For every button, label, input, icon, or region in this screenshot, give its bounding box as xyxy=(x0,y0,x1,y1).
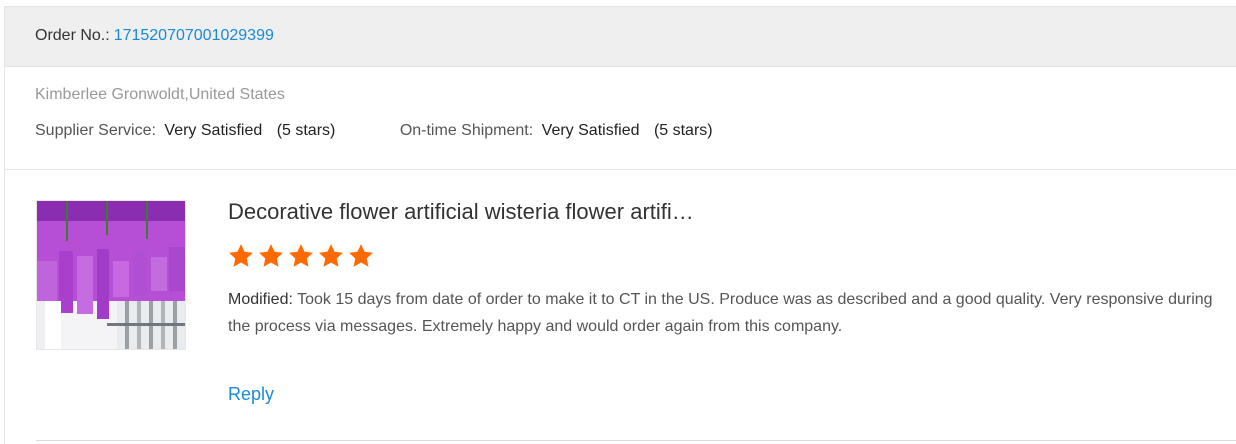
review-card: Order No.: 171520707001029399 Kimberlee G… xyxy=(4,6,1236,444)
rating-stars-text: (5 stars) xyxy=(653,122,713,139)
order-header: Order No.: 171520707001029399 xyxy=(5,7,1236,67)
wisteria-image xyxy=(37,201,185,349)
star-icon xyxy=(349,244,373,267)
rating-label: On-time Shipment: xyxy=(399,122,534,139)
rating-value: Very Satisfied xyxy=(164,122,263,139)
supplier-service-rating: Supplier Service: Very Satisfied (5 star… xyxy=(35,122,335,140)
star-icon xyxy=(289,244,313,267)
review-comment: Modified: Took 15 days from date of orde… xyxy=(228,286,1218,340)
bottom-divider xyxy=(36,440,1236,441)
rating-label: Supplier Service: xyxy=(35,122,156,139)
ontime-shipment-rating: On-time Shipment: Very Satisfied (5 star… xyxy=(400,122,713,140)
rating-stars-text: (5 stars) xyxy=(276,122,336,139)
rating-value: Very Satisfied xyxy=(541,122,640,139)
order-number-label: Order No.: xyxy=(35,27,110,44)
product-star-rating xyxy=(227,242,375,270)
product-title[interactable]: Decorative flower artificial wisteria fl… xyxy=(228,199,694,225)
section-divider xyxy=(5,169,1236,170)
star-icon xyxy=(229,244,253,267)
order-number-row: Order No.: 171520707001029399 xyxy=(35,27,274,45)
star-icon xyxy=(259,244,283,267)
comment-text: Took 15 days from date of order to make … xyxy=(228,291,1213,335)
comment-label: Modified: xyxy=(228,291,293,308)
product-thumbnail[interactable] xyxy=(36,200,186,350)
ratings-summary: Supplier Service: Very Satisfied (5 star… xyxy=(35,122,713,140)
star-icon xyxy=(319,244,343,267)
reviewer-name-location: Kimberlee Gronwoldt,United States xyxy=(35,86,285,103)
reply-link[interactable]: Reply xyxy=(228,384,274,405)
order-number-link[interactable]: 171520707001029399 xyxy=(114,27,274,44)
